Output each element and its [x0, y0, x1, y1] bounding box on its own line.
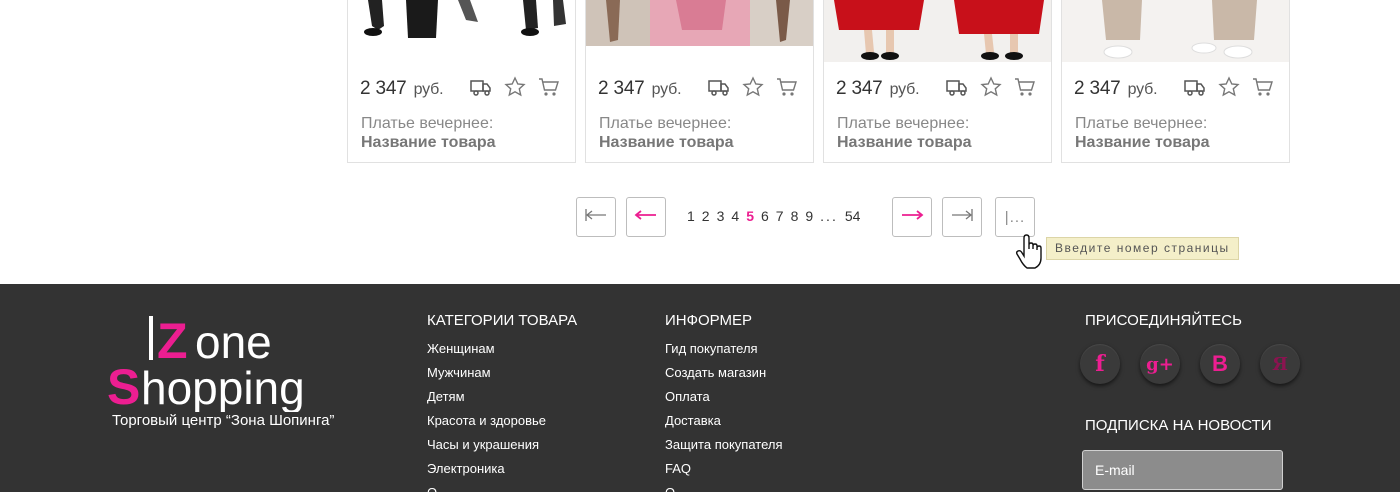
- footer-link[interactable]: Красота и здоровье: [427, 413, 577, 437]
- logo-caption: Торговый центр “Зона Шопинга”: [112, 412, 335, 429]
- product-grid: 2 347 руб. Платье вечернее: Название тов…: [347, 0, 1291, 163]
- product-card[interactable]: 2 347 руб. Платье вечернее: Название тов…: [347, 0, 576, 163]
- footer-link[interactable]: Часы и украшения: [427, 437, 577, 461]
- subscribe-title: ПОДПИСКА НА НОВОСТИ: [1085, 417, 1272, 434]
- page-link[interactable]: 2: [702, 208, 710, 224]
- page-link[interactable]: 1: [687, 208, 695, 224]
- footer-link[interactable]: Оплата: [665, 389, 783, 413]
- product-category: Платье вечернее:: [837, 115, 970, 132]
- product-category: Платье вечернее:: [1075, 115, 1208, 132]
- page-link[interactable]: 6: [761, 208, 769, 224]
- footer-link[interactable]: Мужчинам: [427, 365, 577, 389]
- next-arrow-icon: [899, 207, 925, 228]
- page-numbers: 1 2 3 4 5 6 7 8 9 ... 54: [687, 208, 867, 224]
- google-plus-icon[interactable]: g+: [1140, 344, 1180, 384]
- svg-text:Z: Z: [157, 313, 188, 369]
- footer-link[interactable]: Создать магазин: [665, 365, 783, 389]
- product-card[interactable]: 2 347 руб. Платье вечернее: Название тов…: [1061, 0, 1290, 163]
- page-link[interactable]: 3: [717, 208, 725, 224]
- product-name[interactable]: Название товара: [837, 134, 972, 152]
- product-price: 2 347 руб.: [836, 78, 920, 99]
- product-price: 2 347 руб.: [1074, 78, 1158, 99]
- footer: Z one S hopping Торговый центр “Зона Шоп…: [0, 284, 1400, 492]
- page-link[interactable]: 8: [791, 208, 799, 224]
- email-field[interactable]: [1082, 450, 1283, 490]
- product-card[interactable]: 2 347 руб. Платье вечернее: Название тов…: [823, 0, 1052, 163]
- current-page: 5: [746, 208, 754, 224]
- categories-title: КАТЕГОРИИ ТОВАРА: [427, 312, 578, 329]
- last-page-icon: [949, 207, 975, 228]
- product-image[interactable]: [824, 0, 1051, 62]
- card-actions: [945, 76, 1037, 98]
- next-page-button[interactable]: [892, 197, 932, 237]
- vkontakte-icon[interactable]: B: [1200, 344, 1240, 384]
- svg-text:S: S: [107, 359, 140, 412]
- last-page-link[interactable]: 54: [845, 208, 861, 224]
- join-column: ПРИСОЕДИНЯЙТЕСЬ: [1085, 312, 1242, 341]
- product-image[interactable]: [586, 0, 813, 46]
- product-image[interactable]: [1062, 0, 1289, 62]
- product-category: Платье вечернее:: [361, 115, 494, 132]
- informer-title: ИНФОРМЕР: [665, 312, 753, 329]
- footer-link[interactable]: О: [665, 485, 783, 492]
- footer-link[interactable]: Женщинам: [427, 341, 577, 365]
- footer-link[interactable]: Защита покупателя: [665, 437, 783, 461]
- star-icon[interactable]: [979, 76, 1003, 98]
- prev-arrow-icon: [633, 207, 659, 228]
- page: 2 347 руб. Платье вечернее: Название тов…: [0, 0, 1400, 492]
- footer-link[interactable]: Детям: [427, 389, 577, 413]
- informer-column: ИНФОРМЕР Гид покупателя Создать магазин …: [665, 312, 783, 492]
- cart-icon[interactable]: [1251, 76, 1275, 98]
- join-title: ПРИСОЕДИНЯЙТЕСЬ: [1085, 312, 1242, 329]
- footer-link[interactable]: Гид покупателя: [665, 341, 783, 365]
- card-actions: [469, 76, 561, 98]
- goto-page-label: |...: [1004, 208, 1026, 226]
- product-image[interactable]: [348, 0, 575, 40]
- social-links: f g+ B Я: [1080, 344, 1300, 384]
- goto-page-button[interactable]: |...: [995, 197, 1035, 237]
- categories-column: КАТЕГОРИИ ТОВАРА Женщинам Мужчинам Детям…: [427, 312, 577, 492]
- product-price: 2 347 руб.: [598, 78, 682, 99]
- product-name[interactable]: Название товара: [361, 134, 496, 152]
- footer-link[interactable]: Доставка: [665, 413, 783, 437]
- footer-link[interactable]: Электроника: [427, 461, 577, 485]
- hand-cursor-icon: [1015, 234, 1045, 272]
- svg-text:one: one: [195, 316, 272, 368]
- product-category: Платье вечернее:: [599, 115, 732, 132]
- site-logo[interactable]: Z one S hopping: [105, 312, 355, 415]
- first-page-button[interactable]: [576, 197, 616, 237]
- first-page-icon: [583, 207, 609, 228]
- cart-icon[interactable]: [1013, 76, 1037, 98]
- svg-text:hopping: hopping: [141, 362, 305, 412]
- facebook-icon[interactable]: f: [1080, 344, 1120, 384]
- delivery-truck-icon[interactable]: [707, 76, 731, 98]
- footer-link[interactable]: FAQ: [665, 461, 783, 485]
- star-icon[interactable]: [1217, 76, 1241, 98]
- delivery-truck-icon[interactable]: [945, 76, 969, 98]
- prev-page-button[interactable]: [626, 197, 666, 237]
- last-page-button[interactable]: [942, 197, 982, 237]
- yandex-icon[interactable]: Я: [1260, 344, 1300, 384]
- card-actions: [707, 76, 799, 98]
- cart-icon[interactable]: [537, 76, 561, 98]
- product-name[interactable]: Название товара: [1075, 134, 1210, 152]
- card-actions: [1183, 76, 1275, 98]
- goto-page-tooltip: Введите номер страницы: [1046, 237, 1239, 260]
- delivery-truck-icon[interactable]: [469, 76, 493, 98]
- product-name[interactable]: Название товара: [599, 134, 734, 152]
- delivery-truck-icon[interactable]: [1183, 76, 1207, 98]
- page-link[interactable]: 7: [776, 208, 784, 224]
- product-card[interactable]: 2 347 руб. Платье вечернее: Название тов…: [585, 0, 814, 163]
- pagination: 1 2 3 4 5 6 7 8 9 ... 54 |...: [0, 197, 1400, 237]
- page-link[interactable]: 9: [805, 208, 813, 224]
- page-ellipsis: ...: [820, 208, 838, 224]
- page-link[interactable]: 4: [731, 208, 739, 224]
- star-icon[interactable]: [503, 76, 527, 98]
- star-icon[interactable]: [741, 76, 765, 98]
- footer-link[interactable]: О: [427, 485, 577, 492]
- cart-icon[interactable]: [775, 76, 799, 98]
- product-price: 2 347 руб.: [360, 78, 444, 99]
